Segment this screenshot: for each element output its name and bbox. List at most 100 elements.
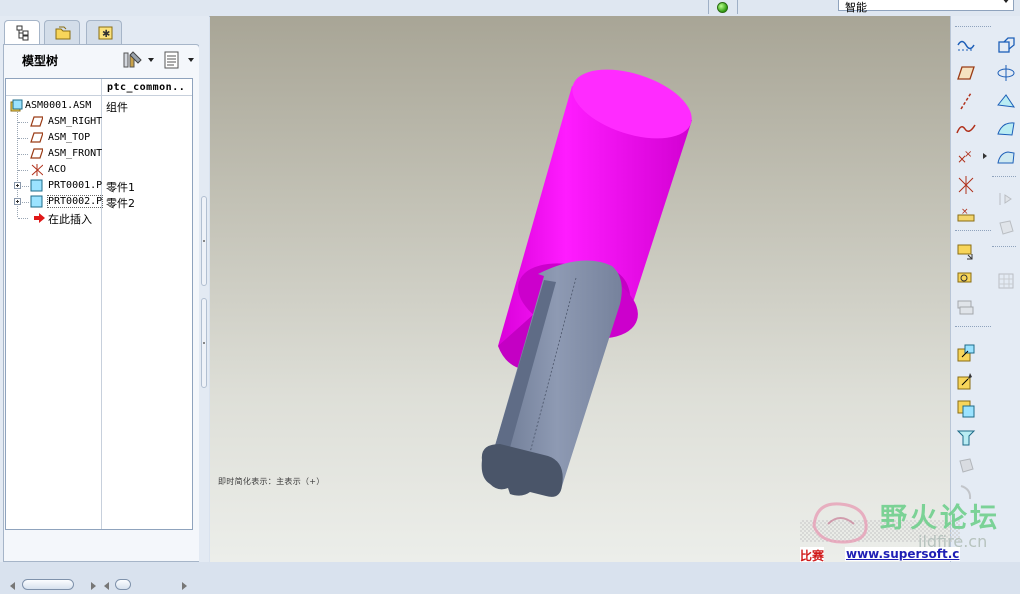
selection-filter-select[interactable]: 智能 [838, 0, 1014, 14]
regeneration-status-icon[interactable] [717, 2, 728, 13]
scroll-right-icon[interactable] [182, 582, 187, 590]
tree-item-asm-top[interactable]: ASM_TOP [6, 130, 192, 146]
shrinkwrap-button[interactable] [955, 426, 977, 448]
column-scrollbar-thumb[interactable] [115, 579, 131, 590]
forum-logo-icon [812, 502, 868, 544]
part-prt0002-shaft[interactable] [481, 260, 622, 497]
round-tool-button[interactable] [995, 146, 1017, 168]
sweep-tool-button[interactable] [995, 62, 1017, 84]
create-component-button[interactable] [955, 268, 977, 290]
tree-item-asm-front[interactable]: ASM_FRONT [6, 146, 192, 162]
sketch-tool-button[interactable] [955, 34, 977, 56]
explode-view-button[interactable] [955, 454, 977, 476]
revolve-tool-icon [998, 37, 1015, 53]
tree-item-asm0001[interactable]: ASM0001.ASM 组件 [6, 98, 192, 114]
svg-text:×: × [964, 149, 972, 160]
forum-watermark: 野火论坛 ildfire.cn 比赛 www.supersoft.c [800, 494, 1020, 562]
tree-item-label: ASM_FRONT [48, 148, 102, 159]
tree-item-asm-right[interactable]: ASM_RIGHT [6, 114, 192, 130]
watermark-url-link[interactable]: www.supersoft.c [845, 547, 961, 561]
pattern-tool-icon [998, 273, 1014, 289]
sash-grip-handle[interactable] [201, 196, 207, 286]
pull-component-button[interactable] [955, 342, 977, 364]
tree-scrollbar-thumb[interactable] [22, 579, 74, 590]
status-separator [708, 0, 709, 14]
expand-icon[interactable] [14, 182, 21, 189]
tree-show-button[interactable] [162, 50, 196, 70]
tree-item-aco[interactable]: ACO [6, 162, 192, 178]
style-tool-icon [997, 122, 1015, 136]
datum-plane-tool-icon [957, 66, 975, 80]
shrinkwrap-icon [956, 430, 976, 446]
expand-icon[interactable] [14, 198, 21, 205]
create-component-icon [957, 272, 972, 283]
coordinate-system-icon [31, 164, 43, 176]
scroll-left-icon[interactable] [10, 582, 15, 590]
model-tree-panel: 模型树 ptc_common.. ASM0001.ASM 组件 ASM_RIGH… [3, 44, 200, 590]
scroll-right-icon[interactable] [91, 582, 96, 590]
style-tool-button[interactable] [995, 118, 1017, 140]
part-icon [30, 179, 43, 192]
sash-grip-handle[interactable] [201, 298, 207, 388]
tree-item-label: PRT0002.P [47, 195, 103, 208]
chamfer-tool-icon [999, 193, 1012, 205]
top-status-bar: 智能 [0, 0, 1020, 17]
chevron-down-icon [148, 58, 154, 62]
assemble-component-button[interactable] [955, 240, 977, 262]
favorites-icon: ✱ [98, 26, 113, 40]
tree-item-prt0001[interactable]: PRT0001.P 零件1 [6, 178, 192, 194]
scroll-left-icon[interactable] [104, 582, 109, 590]
boundary-blend-button[interactable] [995, 90, 1017, 112]
coordinate-system-tool-button[interactable] [955, 174, 977, 196]
tree-item-prt0002[interactable]: PRT0002.P 零件2 [6, 194, 192, 210]
explode-view-icon [959, 458, 974, 473]
datum-plane-tool-button[interactable] [955, 62, 977, 84]
chevron-down-icon [188, 58, 194, 62]
svg-text:✱: ✱ [102, 29, 110, 40]
mirror-tool-button[interactable] [995, 216, 1017, 238]
part-icon [30, 195, 43, 208]
sketch-tool-icon [957, 40, 975, 51]
tree-connector [18, 122, 28, 123]
analysis-feature-icon: × [957, 207, 975, 222]
tab-favorites[interactable]: ✱ [86, 20, 122, 44]
analysis-feature-button[interactable]: × [955, 202, 977, 224]
tab-model-tree[interactable] [4, 20, 40, 46]
tree-column-header[interactable]: ptc_common.. [107, 82, 185, 93]
datum-curve-tool-icon [956, 124, 976, 134]
datum-point-tool-icon: ×× [957, 149, 972, 166]
copy-geometry-button[interactable] [955, 398, 977, 420]
tree-horizontal-scrollbars [7, 578, 193, 594]
datum-axis-tool-button[interactable] [955, 90, 977, 112]
assembly-icon [10, 99, 23, 112]
tab-folder-browser[interactable] [44, 20, 80, 44]
selection-filter-value: 智能 [845, 1, 867, 14]
flyout-arrow-icon[interactable] [983, 153, 987, 159]
revolve-tool-button[interactable] [995, 34, 1017, 56]
navigator-sash[interactable] [199, 16, 209, 562]
chamfer-tool-button[interactable] [995, 188, 1017, 210]
model-tree-icon [16, 25, 29, 41]
watermark-left-text: 比赛 [800, 547, 825, 562]
repeat-component-icon [957, 300, 974, 315]
repeat-component-button[interactable] [955, 296, 977, 318]
graphics-window[interactable]: 即时简化表示：主表示（+） [210, 16, 950, 562]
assemble-component-icon [957, 244, 973, 260]
sweep-tool-icon [997, 65, 1015, 81]
datum-curve-tool-button[interactable] [955, 118, 977, 140]
tree-connector [18, 218, 28, 219]
tree-item-label: ACO [48, 164, 67, 175]
insert-here-arrow-icon [34, 213, 45, 223]
folder-browser-icon [55, 26, 71, 40]
tree-connector [18, 170, 28, 171]
svg-text:×: × [961, 207, 969, 217]
datum-point-tool-button[interactable]: × × [955, 146, 977, 168]
tree-item-insert-here[interactable]: 在此插入 [6, 210, 192, 226]
tree-item-type: 零件2 [106, 197, 135, 210]
pattern-tool-button[interactable] [995, 270, 1017, 292]
package-component-button[interactable] [955, 370, 977, 392]
model-tree[interactable]: ptc_common.. ASM0001.ASM 组件 ASM_RIGHT AS… [5, 78, 193, 530]
coordinate-system-tool-icon [958, 176, 974, 194]
navigator-panel: ✱ 模型树 ptc_common.. ASM0001.ASM 组件 ASM_RI… [0, 16, 209, 590]
tree-settings-button[interactable] [122, 50, 156, 70]
